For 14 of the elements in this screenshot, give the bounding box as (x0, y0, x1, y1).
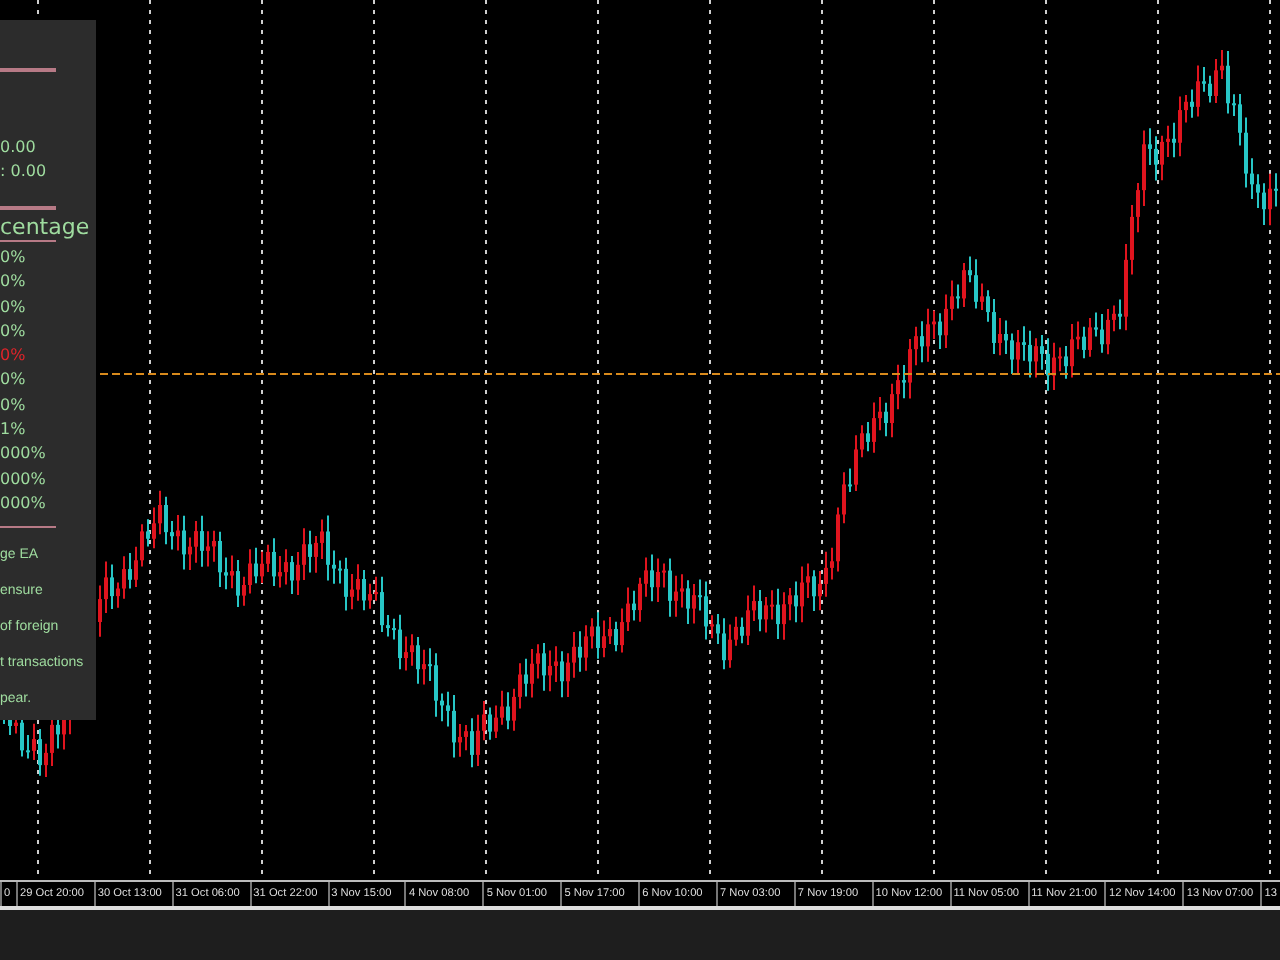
percentage-text: 000% (0, 467, 46, 490)
section-heading: centage (0, 214, 90, 240)
percentage-text: 1% (0, 418, 26, 441)
percentage-text: 0% (0, 246, 26, 268)
percentage-text: 000% (0, 491, 46, 514)
percentage-text: 0% (0, 319, 26, 342)
percentage-text: 0% (0, 368, 26, 391)
percentage-text: 000% (0, 442, 46, 465)
percentage-text: 0% (0, 270, 26, 293)
value-text: 0.00 (0, 136, 36, 158)
percentage-text: 0% (0, 295, 26, 318)
percentage-text: 0% (0, 393, 26, 416)
percentage-text: 0% (0, 344, 26, 367)
value-text: : 0.00 (0, 160, 47, 182)
